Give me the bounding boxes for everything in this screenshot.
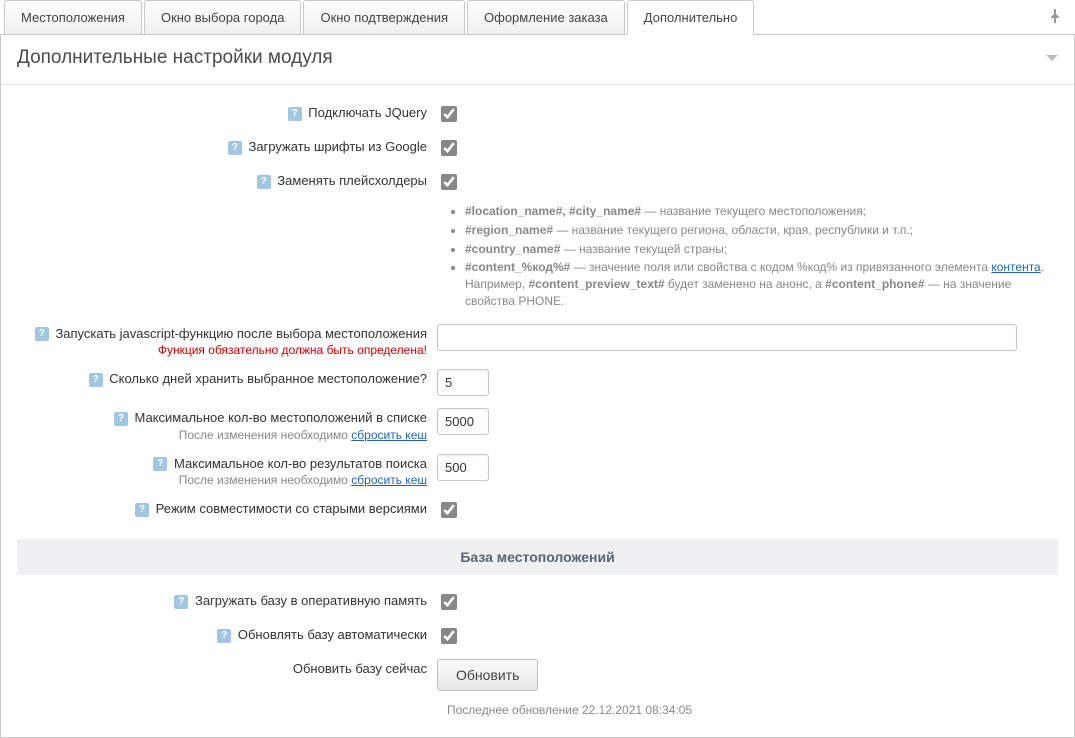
tabs-bar: Местоположения Окно выбора города Окно п… [0,0,1075,35]
update-button[interactable]: Обновить [437,659,538,691]
checkbox-compat-mode[interactable] [441,502,457,518]
help-icon[interactable]: ? [174,595,188,609]
help-icon[interactable]: ? [89,373,103,387]
input-js-after-select[interactable] [437,324,1017,351]
help-icon[interactable]: ? [257,175,271,189]
reset-cache-link[interactable]: сбросить кеш [351,428,427,442]
input-max-locations[interactable] [437,408,489,435]
label-auto-update: Обновлять базу автоматически [238,627,427,642]
label-load-to-ram: Загружать базу в оперативную память [195,593,427,608]
label-reset-cache-2: После изменения необходимо сбросить кеш [17,473,427,487]
label-max-results: Максимальное кол-во результатов поиска [174,456,427,471]
help-icon[interactable]: ? [217,629,231,643]
reset-cache-link[interactable]: сбросить кеш [351,473,427,487]
tab-checkout[interactable]: Оформление заказа [467,0,625,35]
checkbox-auto-update[interactable] [441,628,457,644]
last-update-text: Последнее обновление 22.12.2021 08:34:05 [447,703,1058,717]
help-icon[interactable]: ? [228,141,242,155]
tab-locations[interactable]: Местоположения [4,0,142,35]
label-js-after-select: Запускать javascript-функцию после выбор… [55,326,427,341]
placeholder-hints: #location_name#, #city_name# — название … [447,203,1058,310]
content-link[interactable]: контента [991,260,1040,274]
label-js-warn: Функция обязательно должна быть определе… [17,343,427,357]
tab-additional[interactable]: Дополнительно [627,0,755,35]
help-icon[interactable]: ? [153,457,167,471]
pin-icon[interactable] [1049,9,1061,26]
label-reset-cache-1: После изменения необходимо сбросить кеш [17,428,427,442]
checkbox-replace-placeholders[interactable] [441,174,457,190]
help-icon[interactable]: ? [35,327,49,341]
checkbox-jquery[interactable] [441,106,457,122]
checkbox-load-to-ram[interactable] [441,594,457,610]
tab-city-window[interactable]: Окно выбора города [144,0,302,35]
settings-panel: Дополнительные настройки модуля ? Подклю… [0,35,1075,738]
label-max-locations: Максимальное кол-во местоположений в спи… [135,410,428,425]
panel-title: Дополнительные настройки модуля [17,47,333,69]
help-icon[interactable]: ? [135,503,149,517]
section-db-header: База местоположений [17,539,1058,575]
input-max-results[interactable] [437,454,489,481]
tab-confirm-window[interactable]: Окно подтверждения [303,0,465,35]
label-store-days: Сколько дней хранить выбранное местополо… [109,371,427,386]
label-jquery: Подключать JQuery [308,105,427,120]
label-replace-placeholders: Заменять плейсхолдеры [277,173,427,188]
input-store-days[interactable] [437,369,489,396]
chevron-down-icon[interactable] [1046,55,1058,61]
help-icon[interactable]: ? [288,107,302,121]
label-update-now: Обновить базу сейчас [293,661,427,676]
help-icon[interactable]: ? [114,412,128,426]
checkbox-google-fonts[interactable] [441,140,457,156]
label-google-fonts: Загружать шрифты из Google [248,139,427,154]
label-compat-mode: Режим совместимости со старыми версиями [156,501,427,516]
